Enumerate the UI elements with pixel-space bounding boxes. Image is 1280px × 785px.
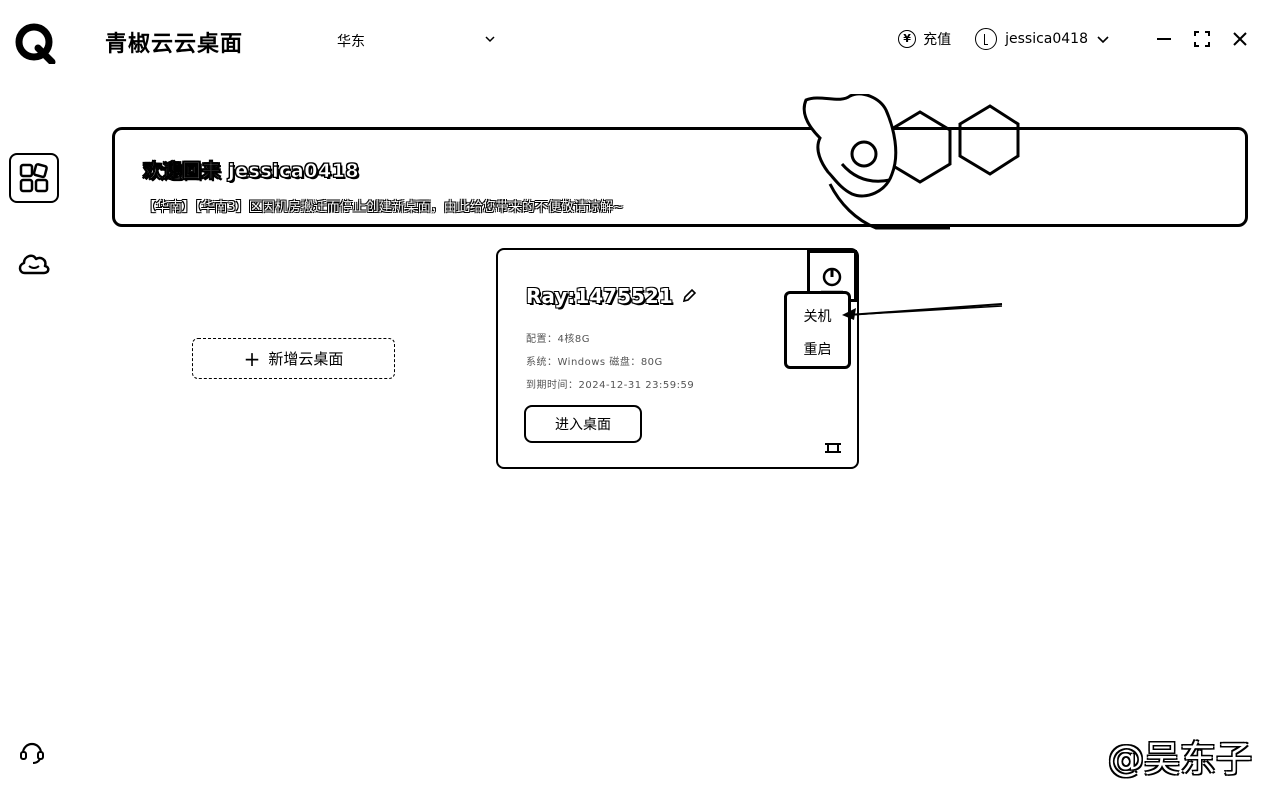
- watermark-text: @吴东子: [1108, 739, 1253, 780]
- pencil-edit-icon[interactable]: [681, 288, 697, 304]
- desktop-name: Ray:1475521: [526, 284, 697, 308]
- banner-notice: 【华南】【华南3】区因机房搬迁而停止创建新桌面，由此给您带来的不便敬请谅解~: [143, 200, 624, 215]
- plus-icon: +: [243, 346, 261, 371]
- menu-item-shutdown[interactable]: 关机: [787, 306, 848, 326]
- chevron-down-icon: [485, 36, 495, 43]
- region-select[interactable]: 华东: [337, 30, 497, 52]
- recharge-label: 充值: [923, 32, 952, 48]
- user-menu[interactable]: jessica0418: [975, 28, 1110, 50]
- close-icon[interactable]: [1230, 29, 1250, 49]
- menu-item-restart[interactable]: 重启: [787, 339, 848, 359]
- banner-illustration-icon: [802, 94, 1020, 230]
- app-logo-icon: [15, 23, 56, 64]
- region-select-value: 华东: [337, 34, 365, 50]
- recharge-button[interactable]: ¥ 充值: [898, 29, 951, 49]
- banner-title: 欢迎回来 jessica0418: [143, 160, 360, 183]
- user-avatar-icon: [975, 28, 998, 50]
- app-title: 青椒云云桌面: [105, 32, 244, 57]
- minimize-icon[interactable]: [1154, 29, 1174, 49]
- apps-grid-icon: [19, 163, 49, 193]
- settings-icon[interactable]: [825, 442, 841, 454]
- annotation-arrow-icon: [842, 303, 1003, 320]
- fullscreen-icon[interactable]: [1192, 29, 1212, 49]
- chevron-down-icon: [1097, 36, 1109, 44]
- customer-support-icon[interactable]: [18, 738, 46, 766]
- username: jessica0418: [1005, 31, 1088, 47]
- add-desktop-label: 新增云桌面: [268, 350, 344, 368]
- top-actions: ¥ 充值 jessica0418: [898, 26, 1250, 52]
- desktop-info-config: 配置：4核8G: [526, 334, 590, 345]
- sidebar-item-desktops[interactable]: [9, 153, 59, 203]
- enter-desktop-button[interactable]: 进入桌面: [524, 405, 642, 443]
- welcome-banner: 欢迎回来 jessica0418 【华南】【华南3】区因机房搬迁而停止创建新桌面…: [112, 94, 1248, 230]
- desktop-name-label: Ray:1475521: [526, 284, 673, 308]
- sidebar-item-cloud[interactable]: [16, 248, 52, 280]
- desktop-info-system: 系统：Windows 磁盘：80G: [526, 357, 663, 368]
- yen-icon: ¥: [898, 30, 917, 48]
- add-desktop-button[interactable]: + 新增云桌面: [192, 338, 395, 379]
- app-window: 青椒云云桌面 华东 ¥ 充值 jessica0418 欢迎回来 jessica0…: [0, 0, 1280, 785]
- desktop-info-expiry: 到期时间：2024-12-31 23:59:59: [526, 380, 695, 391]
